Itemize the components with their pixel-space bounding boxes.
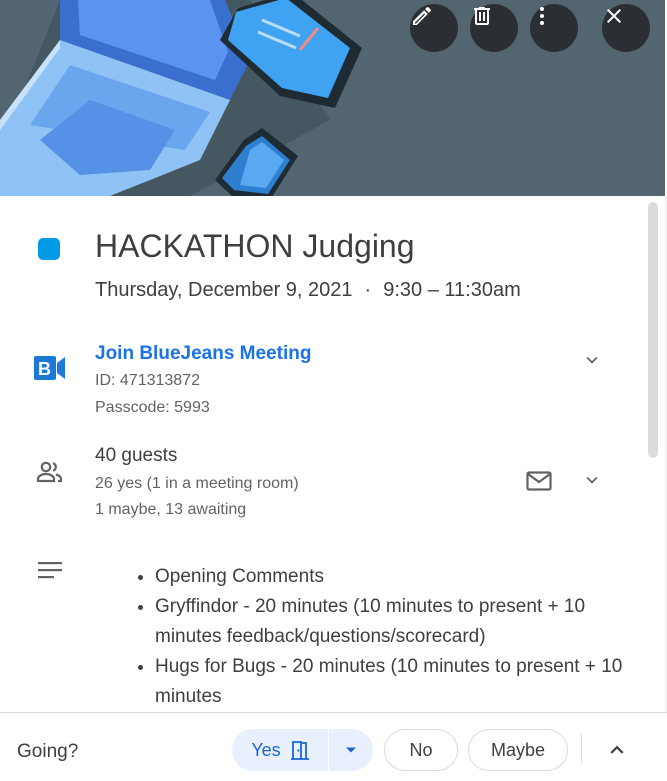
guest-yes-summary: 26 yes (1 in a meeting room) <box>95 475 299 492</box>
caret-down-icon <box>346 747 356 753</box>
datetime-separator: · <box>364 279 372 301</box>
edit-button[interactable] <box>410 4 458 52</box>
meeting-id: ID: 471313872 <box>95 372 200 389</box>
rsvp-no-button[interactable]: No <box>384 729 458 771</box>
svg-text:B: B <box>38 359 51 379</box>
people-icon <box>36 460 64 489</box>
description-item: Hugs for Bugs - 20 minutes (10 minutes t… <box>155 652 655 712</box>
event-time: 9:30 – 11:30am <box>383 279 521 301</box>
header-banner <box>0 0 665 196</box>
bluejeans-icon: B <box>34 355 66 386</box>
join-meeting-link[interactable]: Join BlueJeans Meeting <box>95 343 311 365</box>
trash-icon <box>474 7 490 25</box>
event-datetime: Thursday, December 9, 2021 · 9:30 – 11:30a… <box>95 279 521 302</box>
rsvp-yes-group: Yes <box>232 729 373 771</box>
meeting-expand-button[interactable] <box>581 349 603 376</box>
pencil-icon <box>413 6 432 26</box>
chevron-up-icon <box>610 745 624 754</box>
rsvp-maybe-button[interactable]: Maybe <box>468 729 568 771</box>
email-guests-button[interactable] <box>526 471 552 496</box>
close-button[interactable] <box>602 4 650 52</box>
guest-count[interactable]: 40 guests <box>95 445 177 467</box>
more-vert-icon <box>540 7 544 25</box>
close-icon <box>607 9 621 23</box>
expand-footer-button[interactable] <box>604 737 630 768</box>
description-item: Opening Comments <box>155 562 655 592</box>
rsvp-yes-label: Yes <box>251 739 281 760</box>
rsvp-yes-button[interactable]: Yes <box>232 729 328 771</box>
event-description: Opening Comments Gryffindor - 20 minutes… <box>135 562 655 712</box>
delete-button[interactable] <box>470 4 518 52</box>
mail-icon <box>526 471 552 491</box>
scrollbar-thumb[interactable] <box>648 202 658 458</box>
rsvp-options-dropdown[interactable] <box>329 729 373 771</box>
event-title: HACKATHON Judging <box>95 228 415 264</box>
guests-expand-button[interactable] <box>581 469 603 496</box>
event-color-swatch <box>38 238 60 260</box>
divider <box>581 734 582 764</box>
guest-other-summary: 1 maybe, 13 awaiting <box>95 501 247 518</box>
meeting-passcode: Passcode: 5993 <box>95 399 210 416</box>
event-date: Thursday, December 9, 2021 <box>95 279 353 301</box>
description-item: Gryffindor - 20 minutes (10 minutes to p… <box>155 592 655 652</box>
chevron-down-icon <box>586 476 598 484</box>
description-icon <box>38 562 62 585</box>
meeting-room-icon <box>290 741 309 760</box>
going-label: Going? <box>17 741 79 762</box>
more-options-button[interactable] <box>530 4 578 52</box>
chevron-down-icon <box>586 356 598 364</box>
